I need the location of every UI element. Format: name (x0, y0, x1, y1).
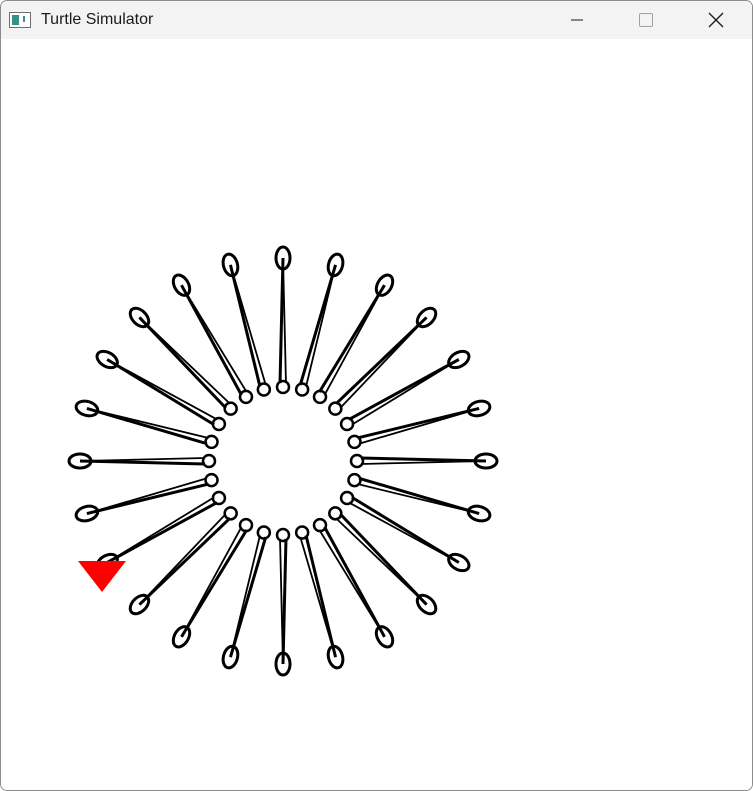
inner-tip (347, 472, 362, 488)
inner-tip (201, 453, 217, 469)
inner-tip (238, 517, 254, 533)
loop-strand (229, 264, 267, 386)
turtle-simulator-window: Turtle Simulator (0, 0, 753, 791)
loop-strand (229, 535, 261, 658)
minimize-button[interactable] (554, 1, 600, 39)
loop-strand (357, 483, 480, 515)
inner-tip (211, 490, 227, 506)
loop-pattern (67, 245, 499, 677)
inner-tip (204, 434, 219, 450)
loop-strand (348, 501, 460, 564)
drawing-canvas[interactable] (1, 39, 752, 790)
maximize-button[interactable] (623, 1, 669, 39)
minimize-icon (571, 19, 583, 21)
loop-strand (106, 358, 218, 421)
inner-tip (204, 472, 219, 488)
inner-tip (294, 382, 310, 397)
loop-strand (299, 536, 337, 658)
outer-loop (74, 504, 100, 523)
inner-tip (312, 517, 328, 533)
window-title: Turtle Simulator (41, 11, 154, 28)
inner-tip (238, 389, 254, 405)
maximize-icon (639, 13, 653, 27)
loop-strand (318, 529, 386, 638)
inner-tip (256, 382, 272, 397)
loop-strand (138, 513, 227, 606)
loop-strand (305, 264, 337, 387)
inner-tip (256, 525, 272, 540)
inner-tip (275, 527, 291, 543)
inner-tip (339, 416, 355, 432)
inner-tip (312, 389, 328, 405)
inner-tip (223, 506, 238, 521)
loop-strand (323, 284, 386, 396)
inner-tip (328, 506, 343, 521)
inner-tip (339, 490, 355, 506)
loop-strand (86, 407, 209, 439)
outer-loop (466, 504, 492, 523)
close-button[interactable] (693, 1, 739, 39)
loop-strand (339, 316, 428, 409)
loop-strand (138, 316, 231, 405)
loop-strand (282, 257, 287, 384)
loop-strand (358, 407, 480, 445)
loop-strand (279, 538, 284, 665)
loop-strand (106, 496, 215, 564)
loop-strand (180, 526, 243, 638)
loop-strand (351, 358, 460, 426)
inner-tip (294, 525, 310, 540)
title-bar[interactable]: Turtle Simulator (1, 1, 752, 39)
loop-strand (86, 477, 208, 515)
loop-strand (335, 517, 428, 606)
loop-strand (79, 457, 206, 462)
inner-tip (349, 453, 365, 469)
turtle-drawing (67, 245, 499, 677)
loop-strand (360, 460, 487, 465)
close-icon (708, 12, 724, 28)
turtle-cursor-icon (78, 561, 126, 592)
inner-tip (211, 416, 227, 432)
loop-strand (180, 284, 248, 393)
inner-tip (223, 401, 238, 416)
inner-tip (328, 401, 343, 416)
inner-tip (347, 434, 362, 450)
inner-tip (275, 379, 291, 395)
turtle-window-icon (9, 12, 31, 28)
